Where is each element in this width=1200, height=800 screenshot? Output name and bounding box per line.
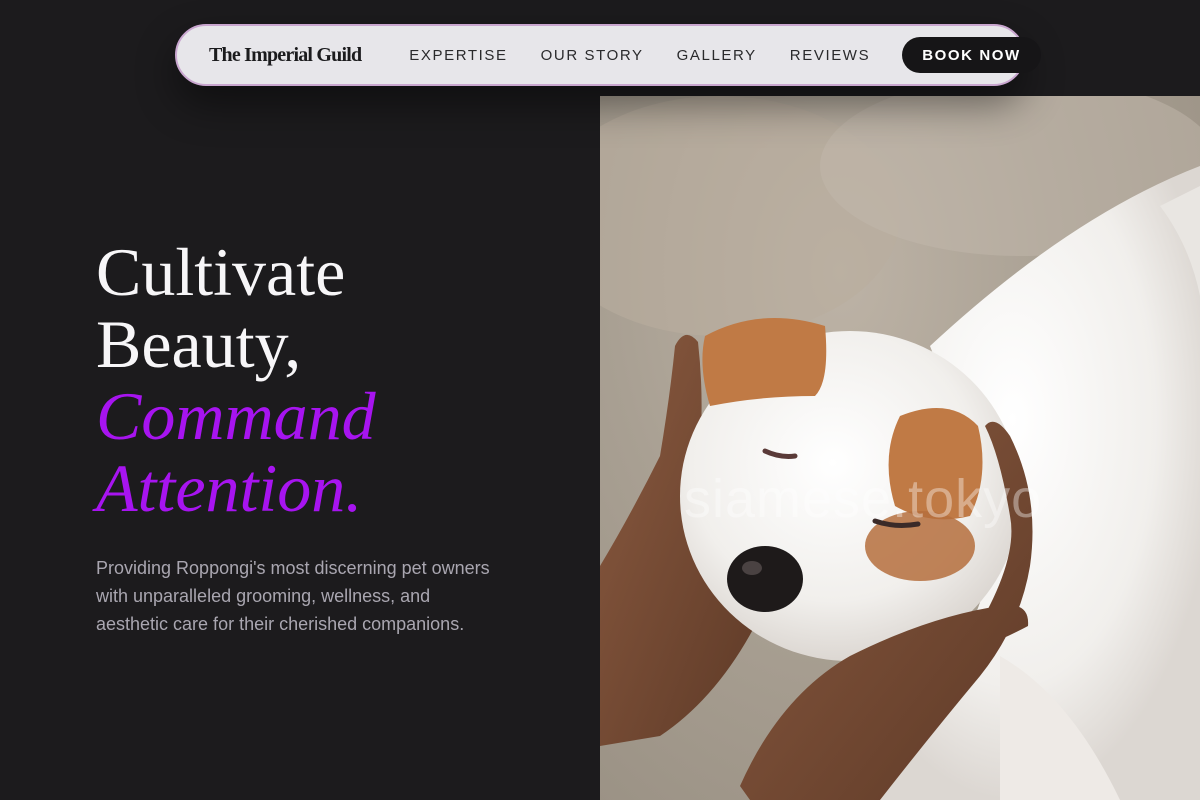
top-navigation: The Imperial Guild EXPERTISE OUR STORY G…	[175, 24, 1041, 86]
headline-line-1: Cultivate	[96, 234, 346, 310]
image-watermark: siamese.tokyo	[684, 469, 1043, 529]
hero-section: Cultivate Beauty, Command Attention. Pro…	[96, 236, 536, 638]
brand-logo[interactable]: The Imperial Guild	[209, 44, 362, 67]
puppy-illustration	[600, 96, 1200, 800]
nav-link-gallery[interactable]: GALLERY	[677, 47, 757, 64]
hero-headline: Cultivate Beauty, Command Attention.	[96, 236, 536, 524]
headline-line-2: Beauty,	[96, 306, 302, 382]
nav-links: EXPERTISE OUR STORY GALLERY REVIEWS	[409, 47, 870, 64]
nav-link-reviews[interactable]: REVIEWS	[790, 47, 870, 64]
nav-link-our-story[interactable]: OUR STORY	[541, 47, 644, 64]
hero-subtext: Providing Roppongi's most discerning pet…	[96, 558, 490, 634]
headline-accent-line-2: Attention.	[96, 450, 363, 526]
headline-accent-line-1: Command	[96, 378, 376, 454]
nav-link-expertise[interactable]: EXPERTISE	[409, 47, 507, 64]
hero-photo-puppy: siamese.tokyo	[600, 96, 1200, 800]
book-now-button[interactable]: BOOK NOW	[902, 37, 1041, 73]
